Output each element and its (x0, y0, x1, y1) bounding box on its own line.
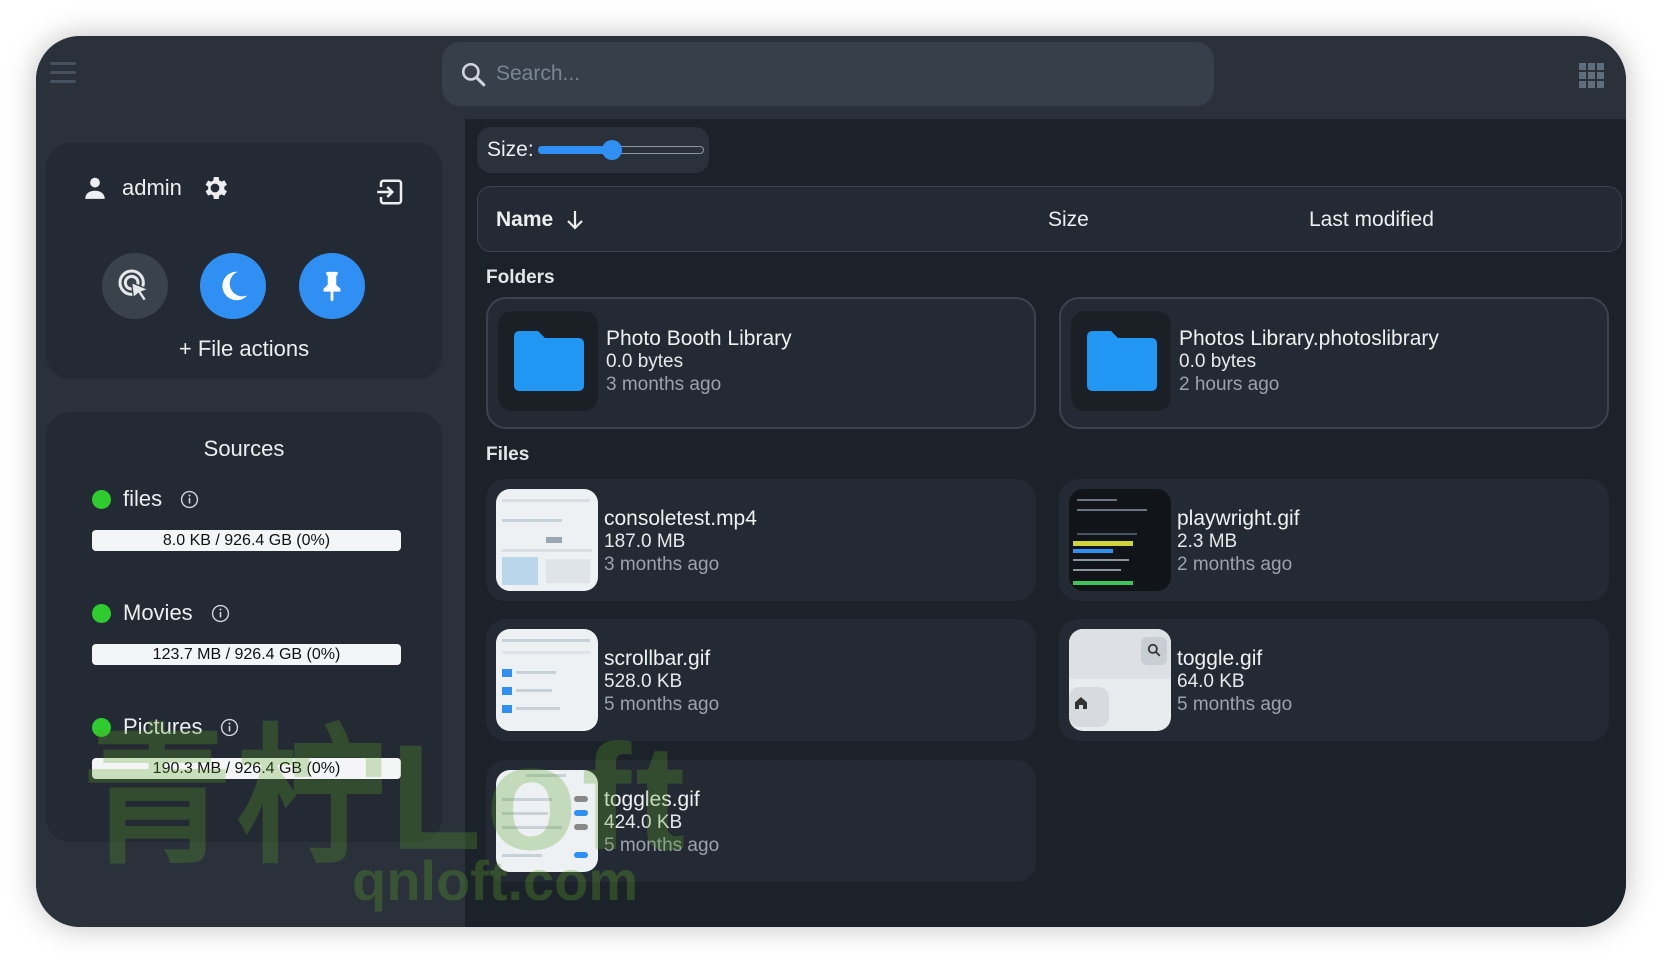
source-name: Movies (123, 600, 193, 625)
item-size: 2.3 MB (1177, 531, 1238, 552)
column-header-row: Name Size Last modified (477, 186, 1622, 252)
logout-icon[interactable] (376, 177, 406, 207)
source-files: files 8.0 KB / 926.4 GB (0%) (92, 486, 412, 551)
source-name: files (123, 486, 163, 511)
folder-item[interactable]: Photos Library.photoslibrary 0.0 bytes 2… (1059, 297, 1609, 429)
info-icon[interactable] (180, 490, 199, 509)
source-header[interactable]: files (92, 486, 412, 512)
sources-title: Sources (203, 436, 285, 461)
folder-icon (1087, 331, 1157, 391)
folders-section-label: Folders (486, 267, 555, 288)
item-name: consoletest.mp4 (604, 507, 757, 530)
size-slider[interactable] (537, 140, 704, 160)
file-thumbnail (496, 489, 598, 591)
home-icon (1075, 697, 1087, 709)
item-name: toggle.gif (1177, 647, 1263, 670)
source-name: Pictures (123, 714, 203, 739)
source-usage-bar: 123.7 MB / 926.4 GB (0%) (92, 644, 401, 665)
status-dot (92, 603, 111, 623)
file-actions-button[interactable]: + File actions (46, 336, 442, 362)
item-size: 187.0 MB (604, 531, 686, 552)
item-name: scrollbar.gif (604, 647, 711, 670)
file-thumbnail (1069, 629, 1171, 731)
file-thumbnail (496, 770, 598, 872)
item-size: 64.0 KB (1177, 671, 1245, 692)
column-size-header[interactable]: Size (1048, 208, 1089, 232)
username: admin (122, 175, 182, 200)
item-name: Photos Library.photoslibrary (1179, 327, 1439, 350)
folder-icon (514, 331, 584, 391)
file-item[interactable]: playwright.gif 2.3 MB 2 months ago (1059, 479, 1609, 601)
grid-view-icon[interactable] (1579, 63, 1604, 88)
user-card: admin + File actions (46, 143, 442, 379)
column-name-header[interactable]: Name (496, 208, 587, 232)
sidebar: admin + File actions Sources files 8.0 K… (36, 119, 465, 927)
pin-icon (323, 271, 341, 302)
item-size: 0.0 bytes (606, 351, 684, 372)
item-modified: 2 hours ago (1179, 374, 1280, 395)
files-section-label: Files (486, 444, 530, 465)
source-usage-bar: 190.3 MB / 926.4 GB (0%) (92, 758, 401, 779)
source-usage-bar: 8.0 KB / 926.4 GB (0%) (92, 530, 401, 551)
search-bar[interactable] (442, 42, 1214, 106)
slider-thumb[interactable] (602, 140, 623, 160)
item-name: toggles.gif (604, 788, 700, 811)
folder-thumbnail (1071, 311, 1171, 411)
click-mode-button[interactable] (102, 253, 168, 319)
item-modified: 3 months ago (604, 554, 720, 575)
status-dot (92, 489, 111, 509)
sources-card: Sources files 8.0 KB / 926.4 GB (0%) Mov… (46, 412, 442, 842)
moon-icon (222, 271, 248, 301)
pin-button[interactable] (299, 253, 365, 319)
size-control: Size: (477, 127, 709, 173)
source-header[interactable]: Pictures (92, 714, 412, 740)
top-bar (36, 36, 1626, 119)
hamburger-menu-icon[interactable] (50, 62, 76, 84)
folder-item[interactable]: Photo Booth Library 0.0 bytes 3 months a… (486, 297, 1036, 429)
item-modified: 5 months ago (604, 835, 720, 856)
dark-mode-button[interactable] (200, 253, 266, 319)
file-item[interactable]: scrollbar.gif 528.0 KB 5 months ago (486, 619, 1036, 741)
item-modified: 5 months ago (1177, 694, 1293, 715)
search-icon (1147, 643, 1161, 657)
item-name: Photo Booth Library (606, 327, 792, 350)
file-listing: Size: Name Size Last modified Folders Ph… (465, 119, 1626, 927)
source-pictures: Pictures 190.3 MB / 926.4 GB (0%) (92, 714, 412, 779)
size-label: Size: (487, 138, 534, 161)
file-thumbnail (1069, 489, 1171, 591)
search-input[interactable] (494, 61, 1138, 87)
app-window: admin (36, 36, 1626, 927)
item-name: playwright.gif (1177, 507, 1300, 530)
column-modified-header[interactable]: Last modified (1309, 208, 1434, 232)
file-thumbnail (496, 629, 598, 731)
item-modified: 5 months ago (604, 694, 720, 715)
cursor-click-icon (118, 269, 151, 302)
file-item[interactable]: toggle.gif 64.0 KB 5 months ago (1059, 619, 1609, 741)
info-icon[interactable] (211, 604, 230, 623)
item-size: 424.0 KB (604, 812, 683, 833)
file-item[interactable]: consoletest.mp4 187.0 MB 3 months ago (486, 479, 1036, 601)
search-icon (461, 62, 486, 87)
source-header[interactable]: Movies (92, 600, 412, 626)
info-icon[interactable] (220, 718, 239, 737)
sort-arrow-down-icon (567, 211, 583, 230)
folder-thumbnail (498, 311, 598, 411)
file-item[interactable]: toggles.gif 424.0 KB 5 months ago (486, 760, 1036, 882)
item-size: 528.0 KB (604, 671, 683, 692)
settings-gear-icon[interactable] (200, 173, 230, 203)
source-movies: Movies 123.7 MB / 926.4 GB (0%) (92, 600, 412, 665)
item-modified: 3 months ago (606, 374, 722, 395)
item-modified: 2 months ago (1177, 554, 1293, 575)
item-size: 0.0 bytes (1179, 351, 1257, 372)
user-icon (85, 177, 105, 199)
status-dot (92, 717, 111, 737)
